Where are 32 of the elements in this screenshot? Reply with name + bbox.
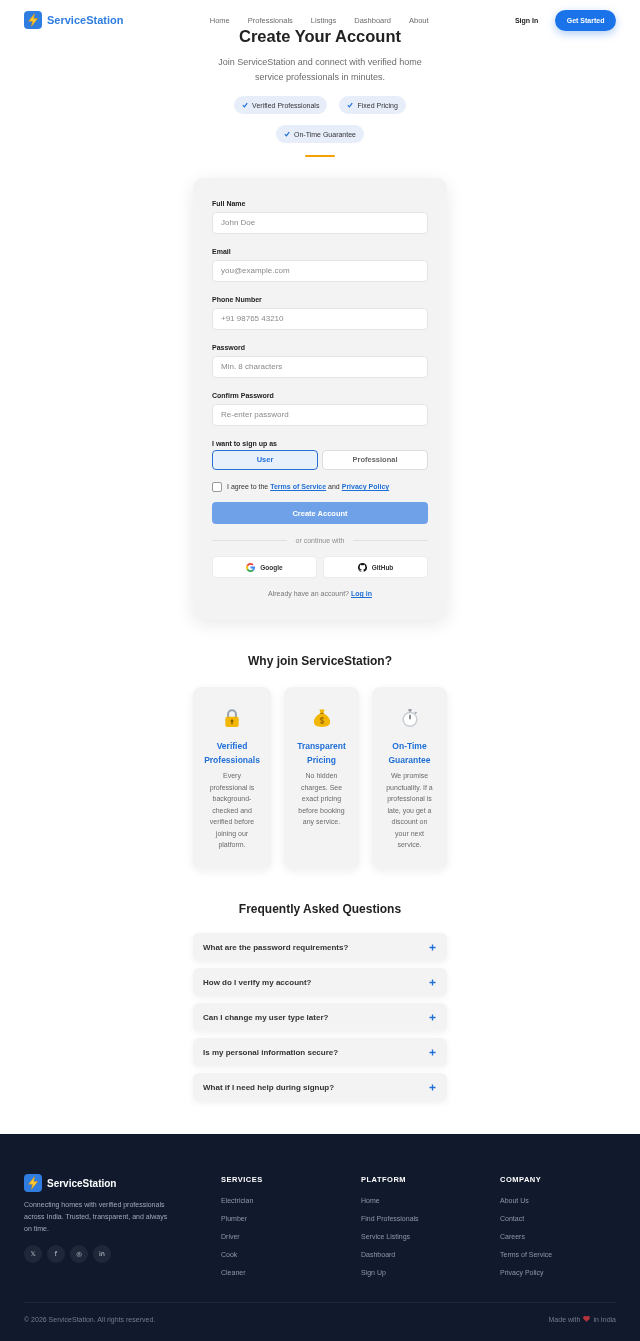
faq-question[interactable]: Can I change my user type later?: [193, 1003, 447, 1031]
stopwatch-icon: [400, 709, 419, 727]
page-title: Create Your Account: [238, 27, 402, 45]
money-bag-icon: [312, 709, 331, 727]
lightning-logo-icon: [24, 1174, 42, 1192]
input-field[interactable]: +91 98765 43210: [212, 307, 428, 330]
lightning-logo-icon: [24, 11, 42, 29]
feature-title: Verified Professionals: [203, 740, 261, 767]
faq-question[interactable]: What if I need help during signup?: [193, 1073, 447, 1101]
input-field[interactable]: Min. 8 characters: [212, 355, 428, 378]
input-field[interactable]: Re-enter password: [212, 403, 428, 426]
input-field[interactable]: you@example.com: [212, 259, 428, 282]
section-title: Frequently Asked Questions: [237, 900, 403, 917]
check-icon: [284, 131, 290, 137]
agree-checkbox[interactable]: [212, 482, 222, 492]
input-field[interactable]: John Doe: [212, 211, 428, 234]
faq-question[interactable]: Is my personal information secure?: [193, 1038, 447, 1066]
brand-name: ServiceStation: [47, 1176, 117, 1190]
feature-title: Transparent Pricing: [296, 740, 347, 767]
section-title: Why join ServiceStation?: [247, 653, 393, 669]
padlock-icon: [223, 709, 241, 727]
faq-question[interactable]: What are the password requirements?: [193, 933, 447, 961]
faq-question[interactable]: How do I verify my account?: [193, 968, 447, 996]
page-subtitle: Join ServiceStation and connect with verified home service professionals in minutes.: [217, 55, 423, 84]
check-icon: [242, 102, 249, 108]
brand-name[interactable]: ServiceStation: [47, 13, 124, 27]
feature-title: On-Time Guarantee: [387, 740, 432, 767]
heart-icon: [583, 1316, 591, 1322]
accent-divider: [305, 155, 335, 157]
google-icon: [246, 562, 256, 572]
github-icon: [357, 562, 367, 572]
check-icon: [347, 102, 354, 108]
